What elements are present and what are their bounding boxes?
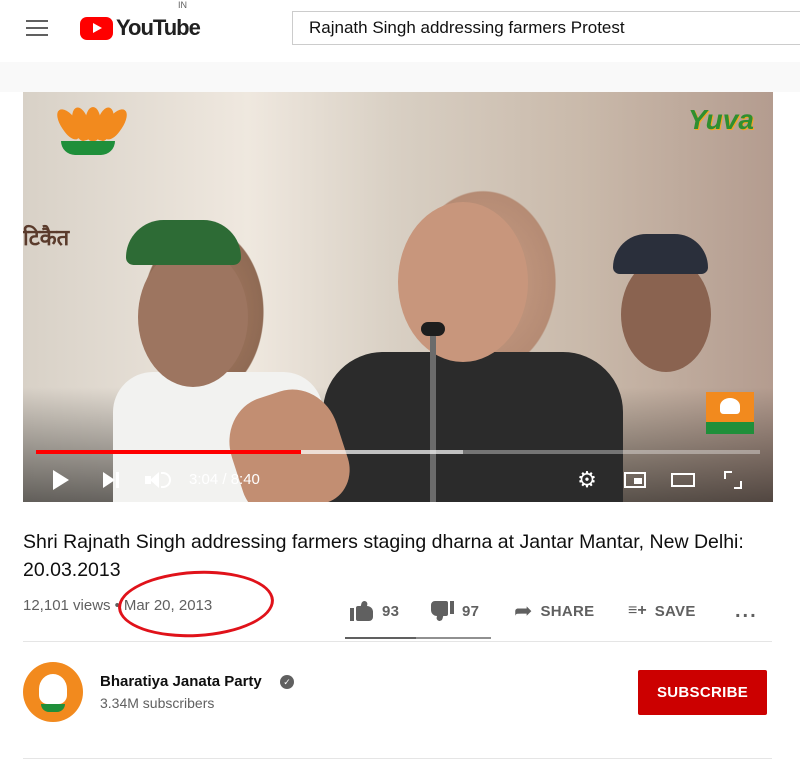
microphone: [421, 322, 445, 336]
country-code: IN: [178, 0, 187, 10]
like-count: 93: [382, 602, 400, 620]
share-icon: ➦: [514, 598, 533, 623]
volume-icon[interactable]: [143, 460, 173, 500]
sentiment-bar: [345, 637, 491, 639]
play-icon[interactable]: [49, 460, 73, 500]
dislike-count: 97: [462, 602, 480, 620]
video-frame-figure: [398, 202, 528, 362]
divider: [23, 641, 772, 642]
brand-name: YouTube: [116, 15, 201, 40]
share-label: SHARE: [540, 602, 595, 620]
video-frame-figure: [138, 247, 248, 387]
verified-icon: ✓: [280, 675, 294, 689]
sentiment-like-fill: [345, 637, 417, 639]
video-frame-figure: [613, 234, 708, 274]
miniplayer-icon[interactable]: [620, 460, 650, 500]
like-button[interactable]: 93: [350, 594, 399, 628]
channel-avatar[interactable]: [23, 662, 83, 722]
save-label: SAVE: [654, 602, 696, 620]
save-button[interactable]: ≡+ SAVE: [628, 594, 696, 628]
progress-fill: [36, 450, 301, 454]
action-bar: 93 97 ➦ SHARE ≡+ SAVE ...: [0, 594, 800, 628]
subscribe-button[interactable]: SUBSCRIBE: [638, 670, 767, 715]
flag-icon: [706, 392, 754, 434]
search-input[interactable]: Rajnath Singh addressing farmers Protest: [292, 11, 800, 45]
channel-watermark: Yuva: [688, 104, 754, 135]
channel-name[interactable]: Bharatiya Janata Party: [100, 673, 262, 690]
time-display: 3:04 / 8:40: [189, 471, 260, 488]
thumbs-up-icon: [350, 600, 374, 621]
menu-icon[interactable]: [26, 19, 48, 37]
page-background-band: [0, 62, 800, 92]
theater-icon[interactable]: [668, 460, 698, 500]
divider: [23, 758, 772, 759]
save-playlist-icon: ≡+: [628, 602, 647, 619]
youtube-logo-icon: [80, 17, 113, 40]
banner-text: टिकैत: [23, 225, 70, 250]
search-query: Rajnath Singh addressing farmers Protest: [309, 18, 625, 37]
video-frame-figure: [621, 257, 711, 372]
share-button[interactable]: ➦ SHARE: [514, 594, 594, 628]
player-controls: 3:04 / 8:40 ⚙: [23, 460, 773, 500]
video-frame-figure: [126, 220, 241, 265]
top-bar: YouTube IN Rajnath Singh addressing farm…: [0, 0, 800, 62]
lotus-logo-icon: [52, 100, 132, 155]
video-player[interactable]: टिकैत Yuva 3:04 / 8:40 ⚙: [23, 92, 773, 502]
thumbs-down-icon: [430, 601, 454, 622]
subscriber-count: 3.34M subscribers: [100, 695, 215, 711]
progress-bar[interactable]: [36, 450, 760, 454]
fullscreen-icon[interactable]: [720, 460, 746, 500]
next-icon[interactable]: [99, 460, 123, 500]
more-icon[interactable]: ...: [735, 594, 758, 628]
video-title: Shri Rajnath Singh addressing farmers st…: [23, 531, 744, 581]
gear-icon[interactable]: ⚙: [574, 460, 600, 500]
dislike-button[interactable]: 97: [430, 594, 479, 628]
